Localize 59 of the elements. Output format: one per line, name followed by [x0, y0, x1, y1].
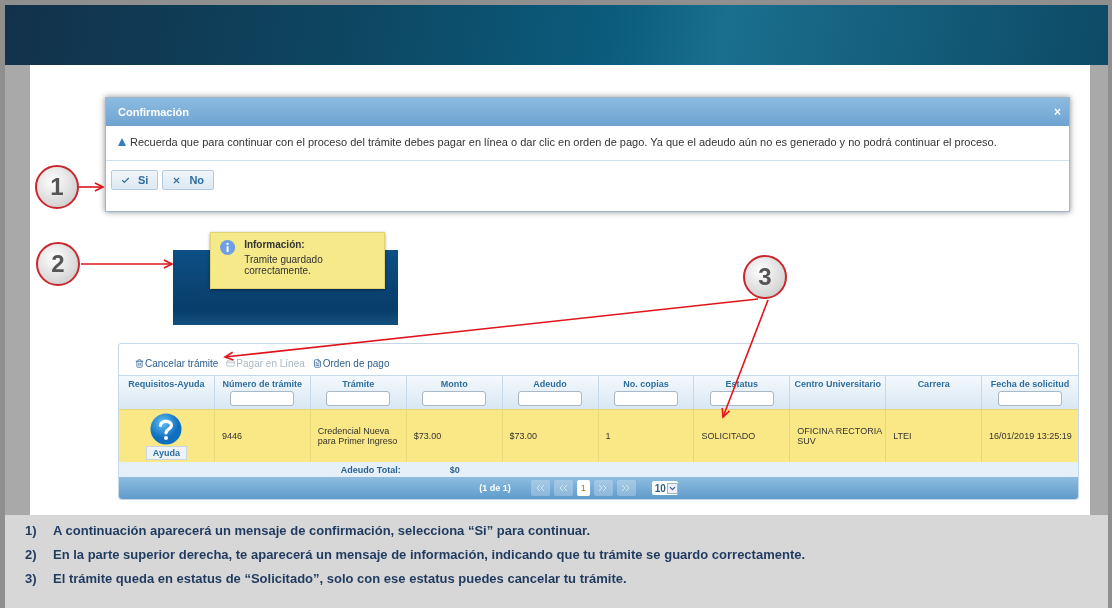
close-icon — [172, 175, 182, 185]
no-button[interactable]: No — [162, 170, 215, 190]
step-number: 3) — [25, 571, 38, 586]
column-header: Carrera — [917, 379, 950, 389]
help-icon — [150, 412, 183, 445]
help-button[interactable]: Ayuda — [145, 445, 188, 460]
notification-title: Información: — [244, 239, 306, 250]
toolbar-link[interactable]: Orden de pago — [312, 358, 390, 369]
table-cell: $73.00 — [413, 431, 442, 441]
filter-field[interactable] — [230, 391, 295, 406]
table-cell-text: Credencial Nueva para Primer Ingreso — [317, 426, 399, 446]
total-value: $0 — [449, 464, 460, 475]
document-icon — [312, 359, 322, 368]
toolbar-link[interactable]: Cancelar trámite — [135, 358, 219, 369]
filter-field[interactable] — [613, 391, 678, 406]
first-page-button[interactable] — [530, 480, 550, 496]
last-page-button[interactable] — [616, 480, 636, 496]
dialog-message: Recuerda que para continuar con el proceso del trámite debes pagar en línea o dar clic en orden de pago. Ya que el adeudo aún no es generado y no podrá continuar el proceso. — [130, 136, 997, 148]
warning-icon — [118, 138, 126, 146]
column-header: Número de trámite — [222, 379, 303, 389]
table-cell-text: OFICINA RECTORIA SUV — [797, 426, 883, 446]
table-cell: SOLICITADO — [701, 431, 756, 441]
column-header: Trámite — [342, 379, 375, 389]
step-text: El trámite queda en estatus de “Solicitado”, solo con ese estatus puedes cancelar tu trámite. — [53, 571, 627, 586]
table-cell: 1 — [605, 431, 611, 441]
card-icon — [226, 359, 236, 368]
arrow — [78, 182, 105, 192]
table-row[interactable]: Ayuda 9446 Credencial Nueva para Primer Ingreso $73.00 $73.00 1 SOLICITADO OFICINA RECTORIA SUV LTEI 16/01/2019 13:25:19 — [119, 409, 1078, 462]
column-header: Centro Universitario — [794, 379, 881, 389]
yes-button[interactable]: Si — [111, 170, 159, 190]
trash-icon — [135, 359, 144, 368]
info-icon — [220, 239, 236, 256]
step-text: A continuación aparecerá un mensaje de confirmación, selecciona “Si” para continuar. — [53, 523, 591, 538]
next-page-button[interactable] — [593, 480, 613, 496]
page-size-select[interactable]: 10 — [651, 481, 678, 495]
previous-page-button[interactable] — [553, 480, 573, 496]
step-text: En la parte superior derecha, te aparecerá un mensaje de información, indicando que tu trámite se guardo correctamente. — [53, 547, 806, 562]
step-number: 2) — [25, 547, 38, 562]
step-number: 1) — [25, 523, 38, 538]
column-header: Fecha de solicitud — [990, 379, 1070, 389]
check-icon — [121, 175, 130, 185]
notification-message: Tramite guardado correctamente. — [244, 254, 324, 276]
table-cell: 16/01/2019 13:25:19 — [989, 431, 1072, 441]
filter-field[interactable] — [709, 391, 774, 406]
total-label: Adeudo Total: — [340, 464, 402, 475]
table-cell: 9446 — [221, 431, 242, 441]
column-header: Adeudo — [533, 379, 567, 389]
table-cell: LTEI — [893, 431, 912, 441]
filter-field[interactable] — [998, 391, 1063, 406]
filter-field[interactable] — [422, 391, 487, 406]
column-header: No. copias — [623, 379, 669, 389]
page-button[interactable]: 1 — [576, 480, 590, 496]
table-cell: $73.00 — [509, 431, 538, 441]
page-summary: (1 de 1) — [479, 483, 511, 493]
dialog-title: Confirmación — [118, 106, 189, 118]
column-header: Requisitos-Ayuda — [128, 379, 205, 389]
filter-field[interactable] — [518, 391, 583, 406]
column-header: Monto — [440, 379, 468, 389]
filter-field[interactable] — [326, 391, 391, 406]
